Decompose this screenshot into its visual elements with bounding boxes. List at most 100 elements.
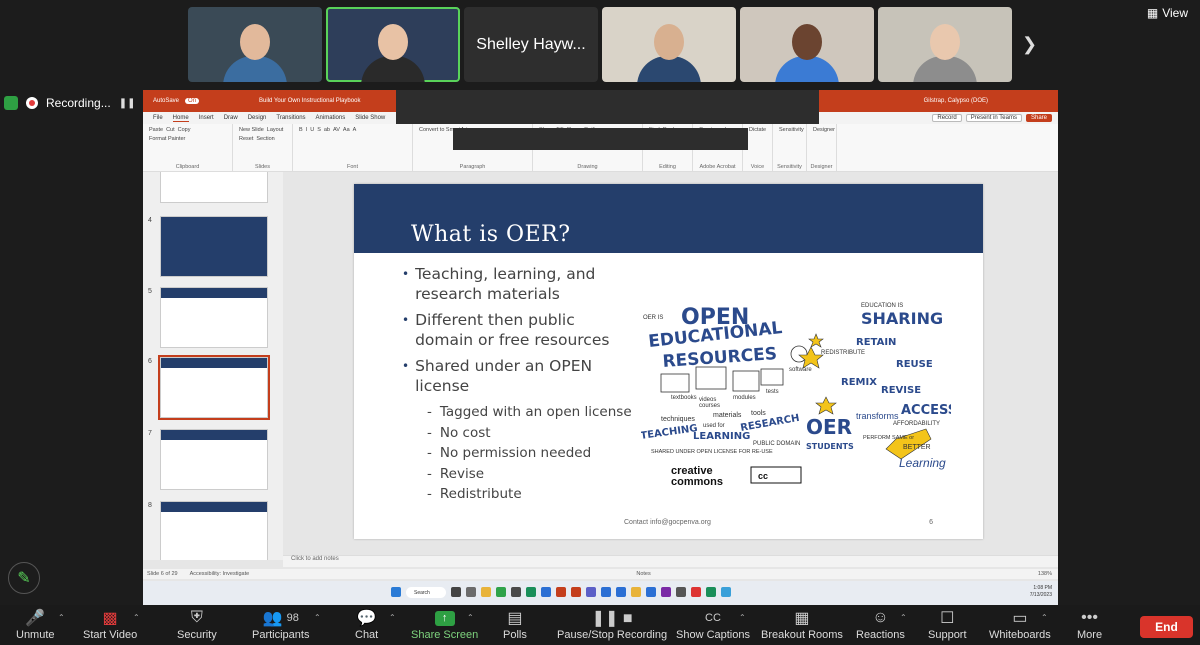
whiteboards-chevron-icon[interactable]: ⌃ bbox=[1041, 613, 1048, 622]
taskbar-app-icon[interactable] bbox=[586, 587, 596, 597]
ribbon-command[interactable]: ab bbox=[324, 127, 330, 133]
participants-chevron-icon[interactable]: ⌃ bbox=[314, 613, 321, 622]
slide-thumbnail[interactable] bbox=[160, 216, 268, 277]
taskbar-app-icon[interactable] bbox=[721, 587, 731, 597]
participant-video-tile[interactable] bbox=[188, 7, 322, 82]
taskbar-app-icon[interactable] bbox=[541, 587, 551, 597]
taskbar-app-icon[interactable] bbox=[616, 587, 626, 597]
ribbon-command[interactable]: A bbox=[353, 127, 357, 133]
status-zoom[interactable]: 138% bbox=[1038, 571, 1058, 577]
taskbar-app-icon[interactable] bbox=[556, 587, 566, 597]
ribbon-tab-slide-show[interactable]: Slide Show bbox=[355, 115, 385, 121]
participant-tile[interactable]: Shelley Hayw... bbox=[464, 7, 598, 82]
slide-thumbnail[interactable] bbox=[160, 287, 268, 348]
participant-video-tile[interactable] bbox=[602, 7, 736, 82]
taskbar-app-icon[interactable] bbox=[481, 587, 491, 597]
reactions-button[interactable]: ☺ Reactions bbox=[856, 607, 905, 641]
taskbar-app-icon[interactable] bbox=[706, 587, 716, 597]
whiteboard-icon: ▭ bbox=[1012, 610, 1028, 627]
participant-video-tile[interactable] bbox=[326, 7, 460, 82]
status-notes-button[interactable]: Notes bbox=[636, 571, 650, 577]
ribbon-command[interactable]: I bbox=[306, 127, 308, 133]
ribbon-tab-home[interactable]: Home bbox=[172, 115, 189, 122]
captions-chevron-icon[interactable]: ⌃ bbox=[739, 613, 746, 622]
slide-thumbnail[interactable] bbox=[160, 501, 268, 560]
ribbon-command[interactable]: Reset bbox=[239, 136, 253, 142]
ribbon-command[interactable]: U bbox=[310, 127, 314, 133]
gallery-next-arrow-icon[interactable]: ❯ bbox=[1022, 34, 1037, 55]
ribbon-action-share[interactable]: Share bbox=[1025, 114, 1052, 122]
chat-button[interactable]: 💬 Chat bbox=[355, 607, 378, 641]
ribbon-command[interactable]: Format Painter bbox=[149, 136, 185, 142]
ribbon-tab-file[interactable]: File bbox=[153, 115, 163, 121]
pause-stop-recording-button[interactable]: ❚❚ ■ Pause/Stop Recording bbox=[557, 607, 667, 641]
polls-button[interactable]: ▤ Polls bbox=[503, 607, 527, 641]
taskbar-app-icon[interactable] bbox=[661, 587, 671, 597]
slide-thumbnail[interactable] bbox=[158, 355, 270, 420]
ribbon-command[interactable]: S bbox=[317, 127, 321, 133]
ribbon-command[interactable]: Designer bbox=[813, 127, 835, 133]
chat-chevron-icon[interactable]: ⌃ bbox=[389, 613, 396, 622]
ribbon-command[interactable]: Dictate bbox=[749, 127, 766, 133]
taskbar-app-icon[interactable] bbox=[451, 587, 461, 597]
video-options-chevron-icon[interactable]: ⌃ bbox=[133, 613, 140, 622]
slide-thumbnail[interactable] bbox=[160, 172, 268, 203]
audio-options-chevron-icon[interactable]: ⌃ bbox=[58, 613, 65, 622]
notes-pane[interactable]: Click to add notes bbox=[283, 555, 1058, 567]
autosave-toggle[interactable]: On bbox=[185, 98, 200, 104]
taskbar-app-icon[interactable] bbox=[631, 587, 641, 597]
taskbar-app-icon[interactable] bbox=[601, 587, 611, 597]
support-button[interactable]: ☐ Support bbox=[928, 607, 967, 641]
breakout-rooms-button[interactable]: ▦ Breakout Rooms bbox=[761, 607, 843, 641]
security-button[interactable]: ⛨ Security bbox=[177, 607, 217, 641]
ribbon-tab-insert[interactable]: Insert bbox=[199, 115, 214, 121]
participant-head bbox=[654, 24, 684, 60]
ribbon-tab-animations[interactable]: Animations bbox=[316, 115, 346, 121]
ribbon-tab-design[interactable]: Design bbox=[248, 115, 267, 121]
ribbon-command[interactable]: Layout bbox=[267, 127, 284, 133]
ribbon-action-present-in-teams[interactable]: Present in Teams bbox=[965, 114, 1022, 122]
art-sharing: SHARING bbox=[861, 309, 943, 328]
start-video-button[interactable]: ▩ Start Video bbox=[83, 607, 137, 641]
end-meeting-button[interactable]: End bbox=[1140, 616, 1193, 638]
ribbon-command[interactable]: Section bbox=[256, 136, 274, 142]
view-button[interactable]: ▦ View bbox=[1147, 6, 1188, 20]
windows-start-icon[interactable] bbox=[391, 587, 401, 597]
reactions-label: Reactions bbox=[856, 629, 905, 641]
ribbon-command[interactable]: Sensitivity bbox=[779, 127, 804, 133]
account-name[interactable]: Gilstrap, Calypso (DOE) bbox=[924, 98, 988, 104]
taskbar-app-icon[interactable] bbox=[511, 587, 521, 597]
share-screen-chevron-icon[interactable]: ⌃ bbox=[467, 613, 474, 622]
taskbar-app-icon[interactable] bbox=[466, 587, 476, 597]
slide-thumbnails-pane[interactable]: 4 5 6 7 8 bbox=[143, 172, 283, 560]
taskbar-app-icon[interactable] bbox=[571, 587, 581, 597]
reactions-chevron-icon[interactable]: ⌃ bbox=[900, 613, 907, 622]
participant-video-tile[interactable] bbox=[878, 7, 1012, 82]
ribbon-command[interactable]: Aa bbox=[343, 127, 350, 133]
taskbar-app-icon[interactable] bbox=[646, 587, 656, 597]
participant-video-tile[interactable] bbox=[740, 7, 874, 82]
ribbon-command[interactable]: AV bbox=[333, 127, 340, 133]
participants-button[interactable]: 👥 98 Participants bbox=[252, 607, 309, 641]
participant-avatar bbox=[361, 18, 425, 82]
pause-recording-icon[interactable]: ❚❚ bbox=[119, 98, 136, 109]
unmute-button[interactable]: 🎤 Unmute bbox=[16, 607, 55, 641]
taskbar-app-icon[interactable] bbox=[691, 587, 701, 597]
slide-thumbnail[interactable] bbox=[160, 429, 268, 490]
status-accessibility[interactable]: Accessibility: Investigate bbox=[190, 571, 250, 577]
current-slide[interactable]: What is OER? • Teaching, learning, and re… bbox=[354, 184, 983, 539]
ribbon-tab-draw[interactable]: Draw bbox=[224, 115, 238, 121]
ribbon-command[interactable]: B bbox=[299, 127, 303, 133]
taskbar-app-icon[interactable] bbox=[526, 587, 536, 597]
more-button[interactable]: ••• More bbox=[1077, 607, 1102, 641]
taskbar-app-icon[interactable] bbox=[676, 587, 686, 597]
ribbon-command[interactable]: New Slide bbox=[239, 127, 264, 133]
annotate-pen-icon[interactable]: ✎ bbox=[8, 562, 40, 594]
ribbon-action-record[interactable]: Record bbox=[932, 114, 962, 122]
ribbon-tab-transitions[interactable]: Transitions bbox=[276, 115, 305, 121]
taskbar-search[interactable]: Search bbox=[406, 587, 446, 598]
ribbon-command[interactable]: Cut bbox=[166, 127, 175, 133]
ribbon-command[interactable]: Copy bbox=[178, 127, 191, 133]
ribbon-command[interactable]: Paste bbox=[149, 127, 163, 133]
taskbar-app-icon[interactable] bbox=[496, 587, 506, 597]
